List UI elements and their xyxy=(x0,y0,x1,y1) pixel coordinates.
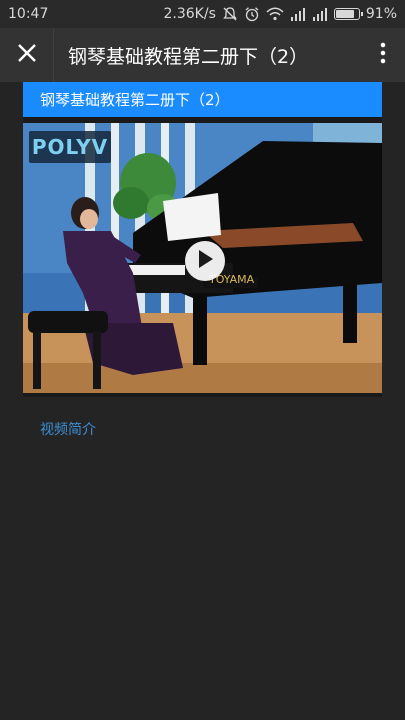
battery-icon xyxy=(333,8,363,20)
silent-bell-icon xyxy=(222,6,238,22)
video-card: 钢琴基础教程第二册下（2） TOYAMA POLYV xyxy=(23,82,382,397)
close-icon xyxy=(17,43,37,67)
status-time: 10:47 xyxy=(8,6,49,22)
app-bar: 钢琴基础教程第二册下（2） xyxy=(0,28,405,82)
status-bar: 10:47 2.36K/s 91% xyxy=(0,0,405,28)
video-title-bar: 钢琴基础教程第二册下（2） xyxy=(23,82,382,117)
close-button[interactable] xyxy=(0,28,54,82)
signal-icon xyxy=(312,7,328,21)
more-vert-icon xyxy=(380,42,386,68)
video-intro-link[interactable]: 视频简介 xyxy=(40,419,96,439)
video-watermark: POLYV xyxy=(29,131,111,163)
play-icon xyxy=(196,249,214,273)
battery-percent: 91% xyxy=(365,6,397,22)
more-options-button[interactable] xyxy=(361,28,405,82)
signal-icon xyxy=(290,7,306,21)
play-button[interactable] xyxy=(185,241,225,281)
network-speed: 2.36K/s xyxy=(163,6,216,22)
alarm-icon xyxy=(244,6,260,22)
page-title: 钢琴基础教程第二册下（2） xyxy=(68,45,309,68)
video-player[interactable]: TOYAMA POLYV xyxy=(23,123,382,393)
wifi-icon xyxy=(266,7,284,21)
